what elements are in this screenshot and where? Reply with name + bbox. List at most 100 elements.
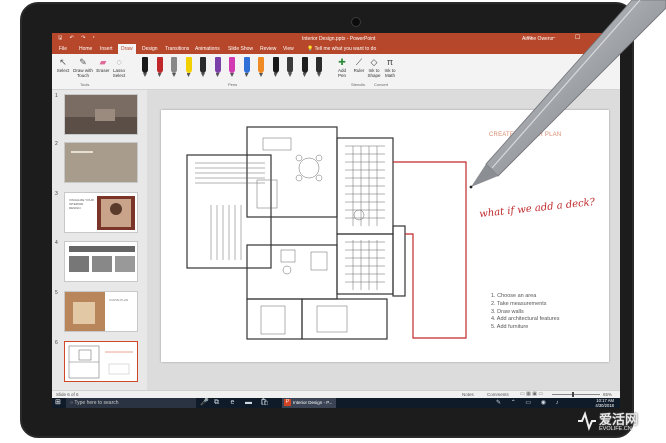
window-controls[interactable]: ▭ – ☐ ✕ [527,34,614,41]
slide-number: 6 [55,340,58,346]
edge-browser-icon[interactable]: e [228,399,237,407]
task-view-icon[interactable]: ⧉ [212,399,221,407]
tab-home[interactable]: Home [79,46,92,52]
pen-swatch[interactable] [200,57,206,77]
thumbnail-image [68,345,133,379]
ruler-button[interactable]: ⟋ Ruler [351,56,367,73]
pen-swatch[interactable] [142,57,148,77]
pen-swatch[interactable] [156,57,163,77]
windows-start-icon[interactable]: ⊞ [55,399,63,407]
slide-thumbnail-6[interactable] [64,341,138,382]
draw-ribbon: ↖ Select ✎ Draw with Touch ▰ Eraser ◌ La… [52,54,620,90]
cursor-icon: ↖ [59,57,67,67]
ink-to-math-button[interactable]: π Ink to Math [382,56,398,78]
thumbnail-image [65,143,137,182]
zoom-slider-thumb[interactable] [572,392,574,397]
slide-thumbnail-4[interactable] [64,241,138,282]
pen-swatch[interactable] [185,57,192,77]
slide-thumbnail-2[interactable] [64,142,138,183]
pen-swatch[interactable] [243,57,250,77]
quick-access-toolbar[interactable]: 🖫 ↶ ↷ ▾ [58,35,98,43]
current-slide[interactable]: CREATE A FLOOR PLAN what if we add a dec… [161,110,609,362]
pen-swatch[interactable] [229,57,235,77]
thumbnail-image [69,246,135,272]
lasso-select-tool[interactable]: ◌ Lasso Select [110,56,128,78]
pen-tip-icon [317,73,321,77]
add-pen-button[interactable]: ✚ Add Pen [334,56,350,78]
pen-swatch[interactable] [272,57,279,77]
view-buttons[interactable]: ▭ ▦ ▣ ▭ [520,391,543,397]
pen-tip-icon [230,73,234,77]
thumbnail-text: VISUALIZE YOUR INTERIOR DESIGN [69,198,94,210]
pen-swatch[interactable] [301,57,308,77]
math-icon: π [386,57,394,67]
evolife-logo-icon [578,411,596,431]
pen-tip-icon [186,73,191,77]
front-camera [351,17,361,27]
title-bar: 🖫 ↶ ↷ ▾ Interior Design.pptx - PowerPoin… [52,33,620,44]
pen-swatch[interactable] [287,57,293,77]
zoom-level[interactable]: 65% [603,392,612,397]
file-explorer-icon[interactable]: ▬ [244,399,253,407]
ink-to-shape-button[interactable]: ◇ Ink to Shape [366,56,382,78]
list-item: 1. Choose an area [491,293,537,299]
taskbar-powerpoint-app[interactable]: P Interior Design - P... [282,398,336,408]
tab-design[interactable]: Design [142,46,158,52]
lightbulb-icon: 💡 [307,46,314,52]
taskbar-clock[interactable]: 10:17 AM 4/30/2018 [595,398,614,408]
pen-swatch[interactable] [258,57,264,77]
tell-me-box[interactable]: 💡 Tell me what you want to do [307,46,376,52]
pen-tip-icon [244,73,249,77]
list-item: 3. Draw walls [491,308,524,315]
pen-tip-icon [201,73,205,77]
slide-title: CREATE A FLOOR PLAN [489,132,562,138]
tab-draw[interactable]: Draw [118,44,136,54]
slide-number: 2 [55,141,58,147]
tab-view[interactable]: View [283,46,294,52]
pen-tip-icon [215,73,220,77]
slide-thumbnails-pane: 1 2 3 VISUALIZE YOUR INTERIOR DESIGN 4 5… [52,90,147,390]
pen-tip-icon [273,73,278,77]
list-item: 5. Add furniture [491,324,529,331]
slide-number: 3 [55,191,58,197]
tab-review[interactable]: Review [260,46,276,52]
select-tool[interactable]: ↖ Select [54,56,72,76]
pen-swatch[interactable] [214,57,221,77]
tab-transitions[interactable]: Transitions [165,46,189,52]
tab-animations[interactable]: Animations [195,46,220,52]
pen-tip-icon [143,73,147,77]
slide-number: 1 [55,93,58,99]
draw-with-touch-tool[interactable]: ✎ Draw with Touch [72,56,94,78]
search-icon: ○ [70,400,74,406]
pens-group-label: Pens [228,82,238,87]
notes-button[interactable]: Notes [462,392,474,397]
windows-taskbar: ⊞ ○ Type here to search 🎤 ⧉ e ▬ 🛍 P Inter… [52,398,620,408]
pen-tip-icon [302,73,307,77]
thumbnail-image [97,196,135,230]
pen-swatch[interactable] [171,57,177,77]
tab-insert[interactable]: Insert [100,46,113,52]
taskbar-search[interactable]: ○ Type here to search [66,398,196,408]
tab-file[interactable]: File [59,46,67,52]
zoom-slider[interactable] [552,394,600,395]
slide-thumbnail-3[interactable]: VISUALIZE YOUR INTERIOR DESIGN [64,192,138,233]
slide-thumbnail-1[interactable] [64,94,138,135]
microphone-icon[interactable]: 🎤 [200,399,209,407]
slide-thumbnail-5[interactable]: CURVE PLAN [64,291,138,332]
tab-slide-show[interactable]: Slide Show [228,46,253,52]
tools-group-label: Tools [80,82,90,87]
powerpoint-icon: P [284,399,291,406]
slide-editing-area: CREATE A FLOOR PLAN what if we add a dec… [147,90,620,390]
touch-draw-icon: ✎ [79,57,87,67]
system-tray-icons[interactable]: ✎ ⌃ ▭ ◉ ♪ [496,399,563,406]
window-title: Interior Design.pptx - PowerPoint [302,35,376,42]
store-icon[interactable]: 🛍 [260,399,269,407]
list-item: 2. Take measurements [491,300,547,307]
comments-button[interactable]: Comments [487,392,509,397]
ruler-icon: ⟋ [355,57,363,67]
powerpoint-window: 🖫 ↶ ↷ ▾ Interior Design.pptx - PowerPoin… [52,33,620,408]
pen-tip-icon [288,73,292,77]
pen-tip-icon [157,73,162,77]
pen-tip-icon [259,73,263,77]
pen-swatch[interactable] [316,57,322,77]
